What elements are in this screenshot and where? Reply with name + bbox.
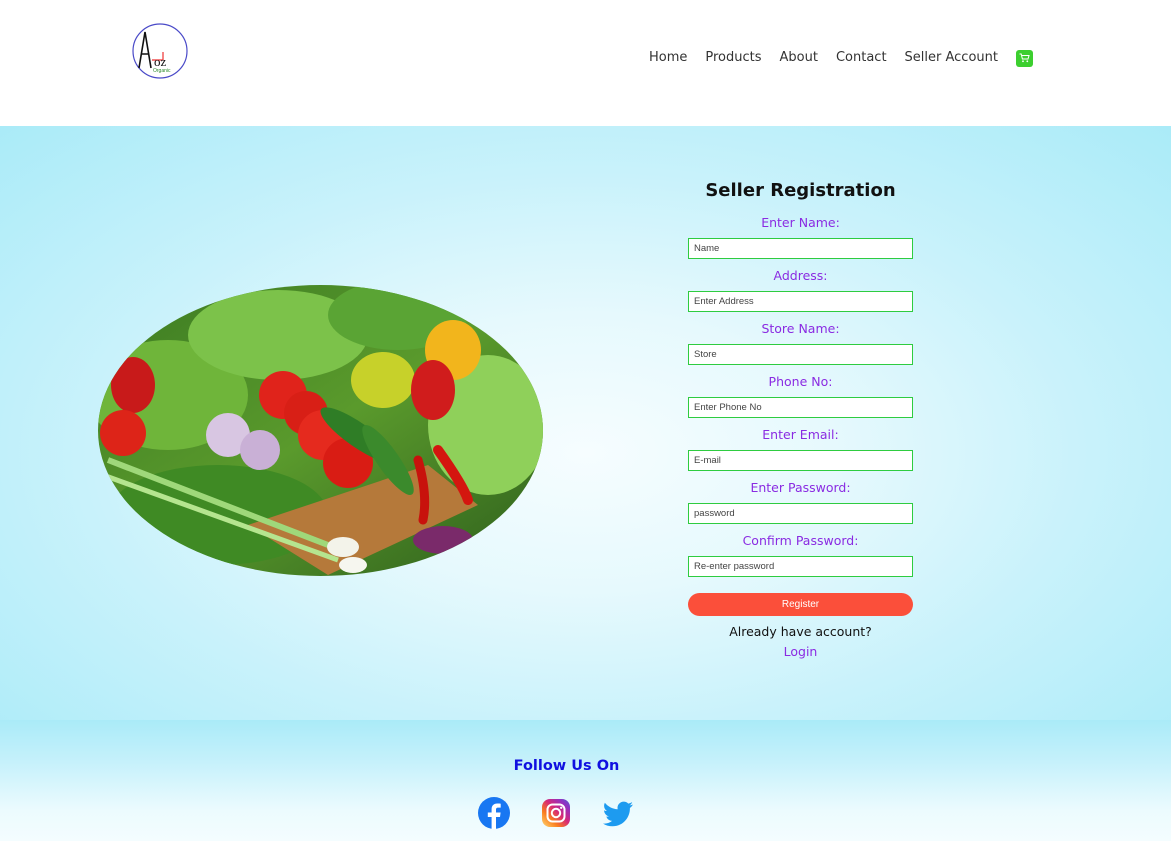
login-link[interactable]: Login — [784, 644, 818, 659]
nav-contact[interactable]: Contact — [836, 49, 887, 67]
svg-text:Organic: Organic — [153, 68, 171, 74]
address-input[interactable] — [688, 291, 913, 312]
password-label: Enter Password: — [750, 480, 851, 495]
main-section: Seller Registration Enter Name: Address:… — [0, 126, 1171, 720]
site-logo[interactable]: oz Organic — [131, 22, 189, 80]
seller-registration-form: Seller Registration Enter Name: Address:… — [688, 180, 913, 661]
email-label: Enter Email: — [762, 427, 839, 442]
form-title: Seller Registration — [705, 180, 896, 201]
phone-label: Phone No: — [768, 374, 833, 389]
confirm-password-input[interactable] — [688, 556, 913, 577]
email-input[interactable] — [688, 450, 913, 471]
name-label: Enter Name: — [761, 215, 840, 230]
instagram-icon[interactable] — [539, 796, 573, 830]
store-name-input[interactable] — [688, 344, 913, 365]
nav-seller-account[interactable]: Seller Account — [905, 49, 998, 67]
twitter-icon[interactable] — [601, 796, 635, 830]
phone-input[interactable] — [688, 397, 913, 418]
site-footer: Follow Us On — [0, 720, 1171, 841]
site-header: oz Organic Home Products About Contact S… — [0, 0, 1171, 126]
confirm-password-label: Confirm Password: — [742, 533, 859, 548]
cart-icon[interactable] — [1015, 49, 1033, 67]
svg-text:oz: oz — [154, 54, 167, 69]
store-name-label: Store Name: — [761, 321, 840, 336]
address-label: Address: — [773, 268, 828, 283]
password-input[interactable] — [688, 503, 913, 524]
already-account-text: Already have account? — [729, 624, 872, 639]
register-button[interactable]: Register — [688, 593, 913, 616]
nav-about[interactable]: About — [780, 49, 818, 67]
nav-home[interactable]: Home — [649, 49, 687, 67]
name-input[interactable] — [688, 238, 913, 259]
vegetables-image — [98, 285, 543, 576]
facebook-icon[interactable] — [477, 796, 511, 830]
follow-us-heading: Follow Us On — [513, 758, 620, 774]
main-nav: Home Products About Contact Seller Accou… — [649, 49, 1033, 67]
nav-products[interactable]: Products — [705, 49, 761, 67]
